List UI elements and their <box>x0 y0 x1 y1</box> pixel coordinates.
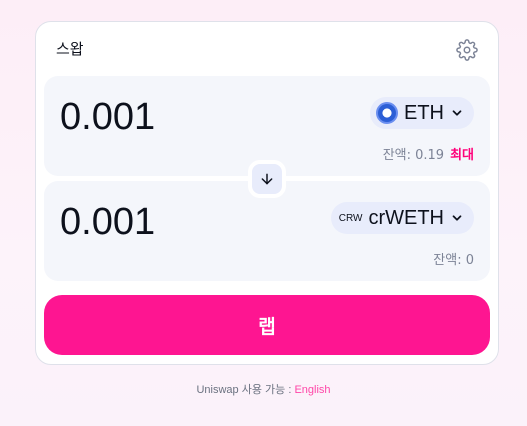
chevron-down-icon <box>452 215 462 221</box>
eth-logo-icon <box>376 102 398 124</box>
max-button[interactable]: 최대 <box>450 144 474 163</box>
wrap-button[interactable]: 랩 <box>44 295 490 355</box>
arrow-down-icon <box>261 173 273 185</box>
output-token-selector[interactable]: CRW crWETH <box>330 202 474 234</box>
footer: Uniswap 사용 가능 : English <box>0 381 527 397</box>
page-title: 스왑 <box>56 40 84 58</box>
swap-card: 스왑 ETH 잔액: 0.19 최대 CRW crWETH 잔액: 0 랩 <box>35 21 499 365</box>
output-token-symbol: crWETH <box>368 206 444 229</box>
input-balance: 잔액: 0.19 최대 <box>383 144 474 163</box>
input-balance-label: 잔액: 0.19 <box>382 148 445 163</box>
output-balance: 잔액: 0 <box>433 249 474 268</box>
switch-direction-button[interactable] <box>248 160 286 198</box>
gear-icon[interactable] <box>456 39 478 61</box>
chevron-down-icon <box>452 110 462 116</box>
output-balance-label: 잔액: 0 <box>433 253 474 268</box>
output-amount-field[interactable] <box>60 201 280 244</box>
input-token-selector[interactable]: ETH <box>370 97 474 129</box>
input-amount-field[interactable] <box>60 96 280 139</box>
footer-text: Uniswap 사용 가능 : <box>196 384 295 396</box>
language-link[interactable]: English <box>294 384 330 396</box>
crw-token-logo: CRW <box>338 212 363 224</box>
input-token-symbol: ETH <box>404 101 444 124</box>
